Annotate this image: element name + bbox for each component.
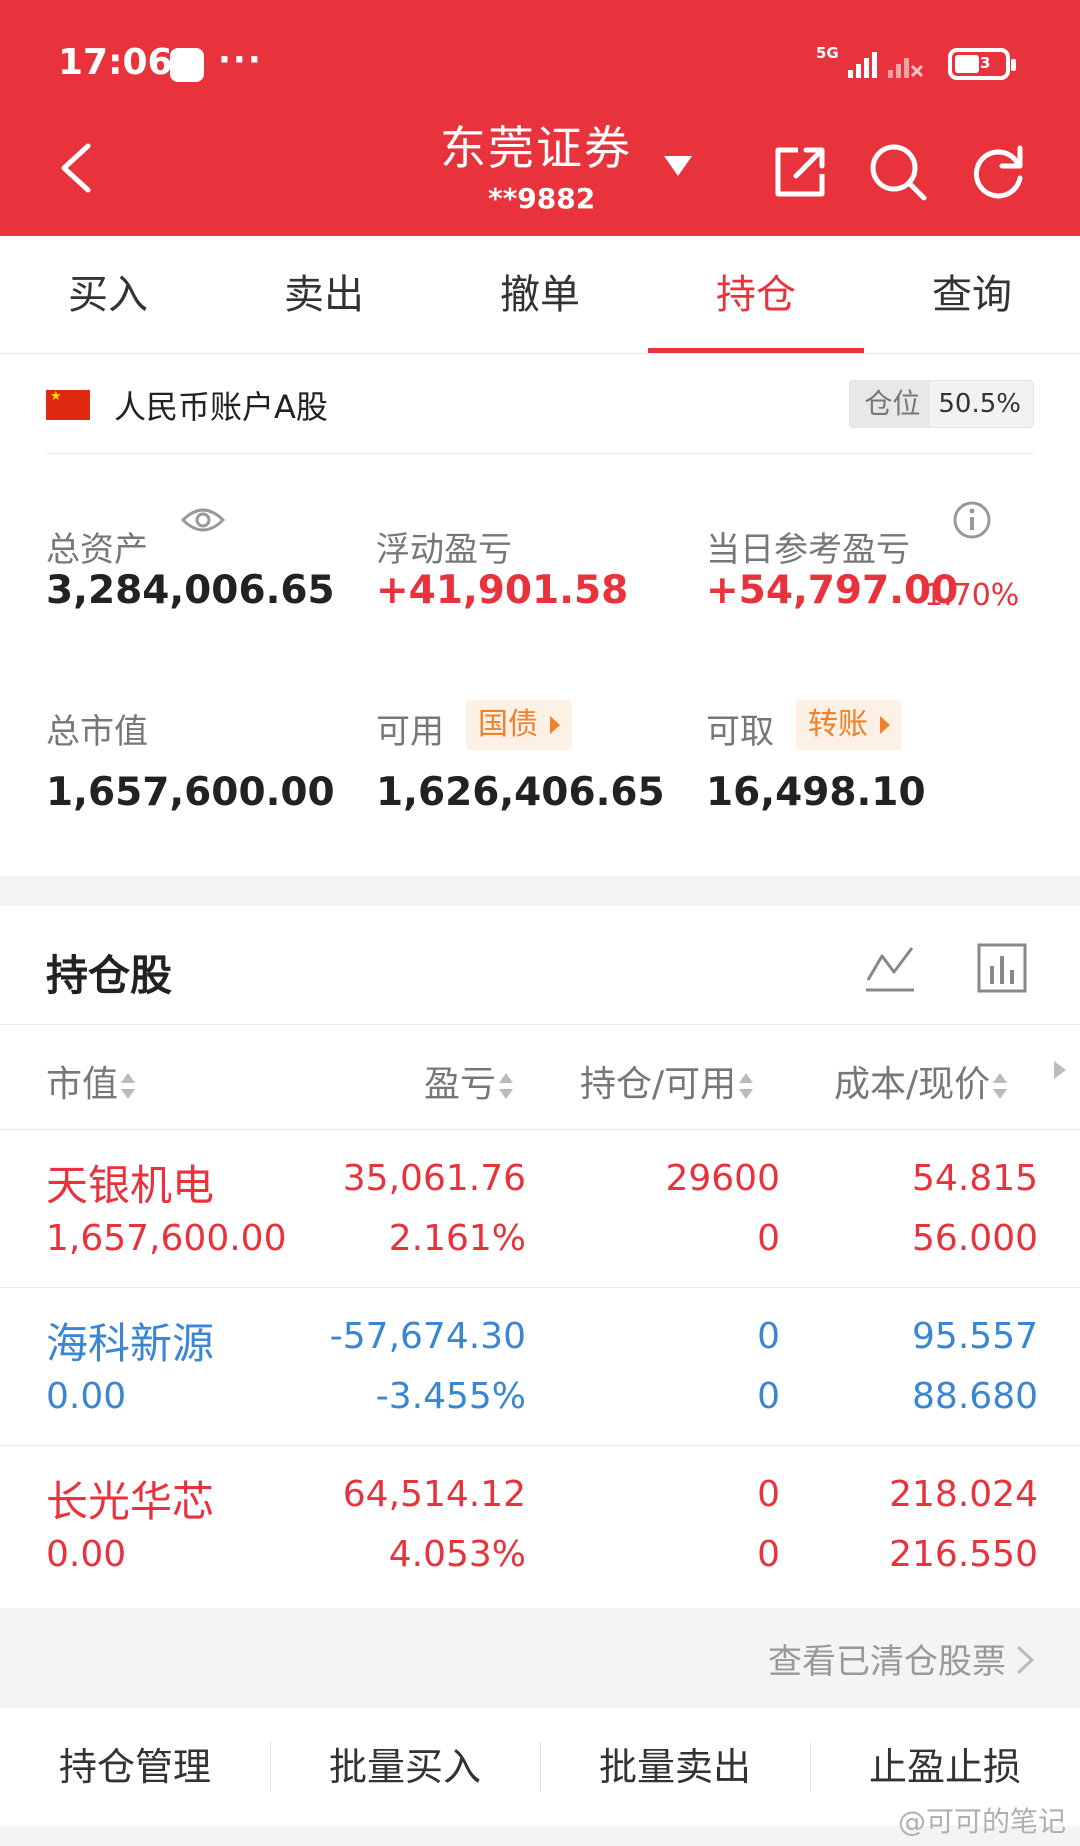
- stock-position: 29600: [665, 1158, 780, 1199]
- signal-icon: [848, 52, 924, 78]
- withdrawable-value: 16,498.10: [706, 770, 926, 815]
- batch-buy-button[interactable]: 批量买入: [270, 1708, 540, 1826]
- treasury-bond-button[interactable]: 国债: [466, 700, 572, 750]
- holding-row[interactable]: 海科新源 0.00 -57,674.30 -3.455% 0 0 95.557 …: [0, 1288, 1080, 1446]
- stock-pl: 64,514.12: [342, 1474, 526, 1515]
- market-value-value: 1,657,600.00: [46, 770, 335, 815]
- position-ratio-label: 仓位: [850, 381, 931, 427]
- daily-pl-percent: 1.70%: [924, 578, 1020, 613]
- stock-cost: 95.557: [912, 1316, 1038, 1357]
- scroll-right-icon[interactable]: [1054, 1061, 1066, 1079]
- stock-name: 海科新源: [46, 1319, 215, 1368]
- daily-pl-label: 当日参考盈亏: [706, 530, 910, 570]
- caret-down-icon[interactable]: [662, 152, 694, 178]
- info-icon[interactable]: [952, 500, 992, 540]
- stock-pl-percent: 2.161%: [388, 1218, 526, 1259]
- status-time: 17:06: [58, 42, 173, 83]
- market-value-label: 总市值: [46, 712, 148, 752]
- stock-position: 0: [757, 1474, 780, 1515]
- available-value: 1,626,406.65: [376, 770, 665, 815]
- position-ratio-badge: 仓位 50.5%: [849, 380, 1034, 428]
- account-number[interactable]: **9882: [488, 182, 595, 215]
- stock-price: 216.550: [889, 1534, 1038, 1575]
- column-position[interactable]: 持仓/可用: [580, 1055, 754, 1107]
- battery-icon: 3: [948, 48, 1016, 80]
- stock-available: 0: [757, 1376, 780, 1417]
- holdings-title: 持仓股: [46, 951, 173, 1000]
- stock-market-value: 0.00: [46, 1534, 127, 1575]
- eye-icon[interactable]: [180, 502, 226, 538]
- stock-position: 0: [757, 1316, 780, 1357]
- column-cost-price[interactable]: 成本/现价: [834, 1055, 1008, 1107]
- search-icon[interactable]: [866, 140, 930, 204]
- available-label: 可用: [376, 712, 444, 752]
- daily-pl-value: +54,797.00: [706, 568, 959, 613]
- holdings-column-header: 市值 盈亏 持仓/可用 成本/现价: [0, 1024, 1080, 1130]
- broker-title[interactable]: 东莞证券: [440, 112, 632, 178]
- stock-market-value: 1,657,600.00: [46, 1218, 287, 1259]
- tab-query[interactable]: 查询: [864, 236, 1080, 353]
- account-summary: 人民币账户A股 仓位 50.5% 总资产 3,284,006.65 浮动盈亏 +…: [0, 354, 1080, 876]
- stock-cost: 218.024: [889, 1474, 1038, 1515]
- sort-icon: [738, 1069, 754, 1103]
- stock-price: 88.680: [912, 1376, 1038, 1417]
- holding-row[interactable]: 长光华芯 0.00 64,514.12 4.053% 0 0 218.024 2…: [0, 1446, 1080, 1604]
- status-bar: 17:06 ··· 5G 3: [0, 0, 1080, 120]
- app-header: 17:06 ··· 5G 3 东莞证券 **9882: [0, 0, 1080, 236]
- stock-market-value: 0.00: [46, 1376, 127, 1417]
- more-notifications-icon: ···: [218, 40, 263, 80]
- battery-level: 3: [980, 54, 991, 72]
- stock-price: 56.000: [912, 1218, 1038, 1259]
- bar-chart-icon[interactable]: [976, 942, 1028, 994]
- stock-pl: 35,061.76: [342, 1158, 526, 1199]
- holding-row[interactable]: 天银机电 1,657,600.00 35,061.76 2.161% 29600…: [0, 1130, 1080, 1288]
- tab-cancel-order[interactable]: 撤单: [432, 236, 648, 353]
- view-cleared-stocks-link[interactable]: 查看已清仓股票: [0, 1608, 1080, 1708]
- position-management-button[interactable]: 持仓管理: [0, 1708, 270, 1826]
- trade-tabs: 买入 卖出 撤单 持仓 查询: [0, 236, 1080, 354]
- tab-buy[interactable]: 买入: [0, 236, 216, 353]
- watermark: @可可的笔记: [897, 1805, 1066, 1838]
- holdings-card: 持仓股 市值 盈亏 持仓/可用 成本/现价 天银机电 1,657,600.00 …: [0, 906, 1080, 1608]
- stock-available: 0: [757, 1534, 780, 1575]
- sort-icon: [498, 1069, 514, 1103]
- transfer-button[interactable]: 转账: [796, 700, 902, 750]
- position-ratio-value: 50.5%: [938, 389, 1021, 419]
- back-arrow-icon[interactable]: [52, 140, 108, 196]
- stock-cost: 54.815: [912, 1158, 1038, 1199]
- stock-pl: -57,674.30: [329, 1316, 526, 1357]
- stock-pl-percent: -3.455%: [375, 1376, 526, 1417]
- column-market-value[interactable]: 市值: [46, 1055, 136, 1107]
- stock-name: 长光华芯: [46, 1477, 215, 1526]
- trend-line-icon[interactable]: [864, 942, 916, 994]
- float-pl-label: 浮动盈亏: [376, 530, 512, 570]
- stock-name: 天银机电: [46, 1161, 215, 1210]
- float-pl-value: +41,901.58: [376, 568, 629, 613]
- column-pl[interactable]: 盈亏: [424, 1055, 514, 1107]
- sort-icon: [120, 1069, 136, 1103]
- sort-icon: [992, 1069, 1008, 1103]
- share-icon[interactable]: [768, 140, 832, 204]
- account-row[interactable]: 人民币账户A股 仓位 50.5%: [46, 354, 1034, 454]
- tab-sell[interactable]: 卖出: [216, 236, 432, 353]
- batch-sell-button[interactable]: 批量卖出: [540, 1708, 810, 1826]
- withdrawable-label: 可取: [706, 712, 774, 752]
- chevron-right-icon: [1016, 1645, 1035, 1675]
- stock-available: 0: [757, 1218, 780, 1259]
- total-assets-label: 总资产: [46, 530, 148, 570]
- notification-icon: [170, 48, 204, 82]
- tab-positions[interactable]: 持仓: [648, 236, 864, 353]
- account-label: 人民币账户A股: [114, 388, 328, 426]
- view-cleared-label: 查看已清仓股票: [768, 1642, 1006, 1682]
- total-assets-value: 3,284,006.65: [46, 568, 335, 613]
- china-flag-icon: [46, 389, 90, 420]
- refresh-icon[interactable]: [966, 140, 1030, 204]
- stock-pl-percent: 4.053%: [388, 1534, 526, 1575]
